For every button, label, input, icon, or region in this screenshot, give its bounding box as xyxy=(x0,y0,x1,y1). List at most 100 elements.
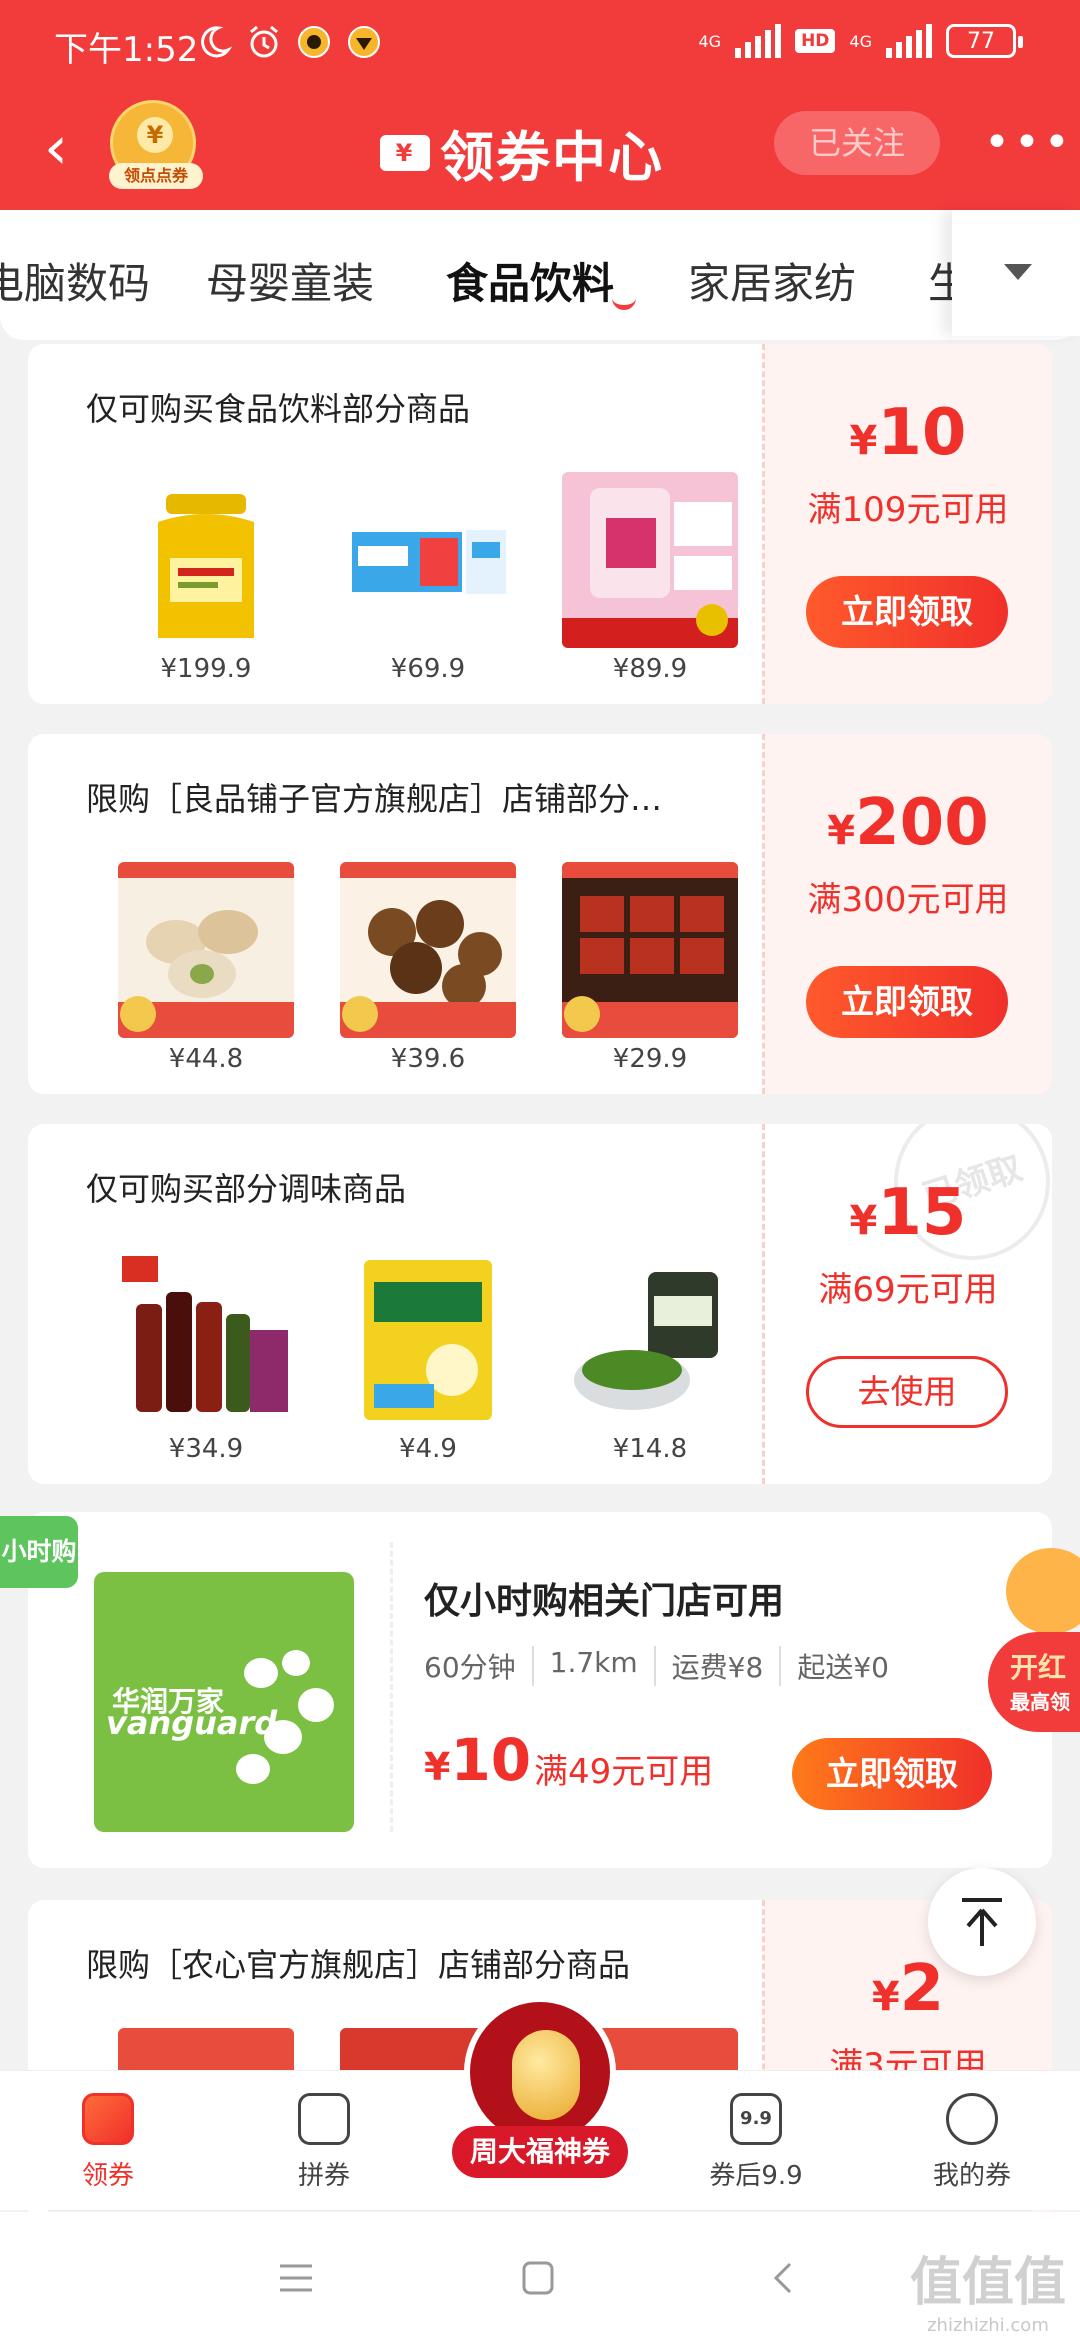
tab-home-textiles[interactable]: 家居家纺 xyxy=(688,250,856,311)
coupon-tab-icon xyxy=(82,2093,134,2145)
category-tabs: 电脑数码 母婴童装 食品饮料 家居家纺 生 xyxy=(0,210,1080,340)
coupon-condition: 满49元可用 xyxy=(534,1752,714,1792)
chow-tai-fook-label[interactable]: 周大福神券 xyxy=(452,2126,628,2178)
hour-coupon-title: 仅小时购相关门店可用 xyxy=(424,1581,785,1622)
oil-bottle-icon xyxy=(158,494,254,638)
tabs-expand-button[interactable] xyxy=(952,210,1080,336)
currency-symbol: ¥ xyxy=(827,808,856,854)
coupon-divider xyxy=(390,1542,393,1832)
product-image-jerky[interactable] xyxy=(562,862,738,1042)
battery-icon: 77 xyxy=(946,24,1023,58)
coupon-value: 15 xyxy=(877,1176,967,1250)
yuan-coin-icon: ¥ xyxy=(137,117,173,153)
min-order: 起送¥0 xyxy=(779,1646,905,1686)
currency-symbol: ¥ xyxy=(871,1974,900,2020)
vanguard-logo: 华润万家 vanguard xyxy=(94,1572,354,1832)
coupon-value: 10 xyxy=(877,396,967,470)
coupon-condition: 满69元可用 xyxy=(818,1270,998,1310)
product-image-seasoning[interactable] xyxy=(340,1252,516,1432)
back-to-top-button[interactable] xyxy=(928,1868,1036,1976)
smile-icon xyxy=(946,2093,998,2145)
coin-badge-label: 领点点券 xyxy=(109,163,203,189)
coupon-title: 仅可购买食品饮料部分商品 xyxy=(86,390,471,428)
page-title: ¥ 领券中心 xyxy=(380,113,664,192)
coupon-value: 10 xyxy=(450,1726,532,1794)
product-image-sauce[interactable] xyxy=(118,1252,294,1432)
logo-dot xyxy=(282,1650,310,1676)
network-label-1: 4G xyxy=(698,31,722,51)
tiger-mascot-icon xyxy=(1006,1548,1080,1634)
product-price: ¥39.6 xyxy=(390,1044,466,1074)
tab-food-drinks[interactable]: 食品饮料 xyxy=(446,250,614,311)
product-image-chili[interactable] xyxy=(562,1252,738,1432)
coupon-condition: 满109元可用 xyxy=(807,490,1009,530)
top-header: 下午1:52 4G HD 4G 77 ‹ ¥ 领点点券 ¥ 领券中心 已关注 •… xyxy=(0,0,1080,210)
signal-icon-2 xyxy=(886,24,932,58)
tab-label: 拼券 xyxy=(297,2161,350,2191)
delivery-fee: 运费¥8 xyxy=(653,1646,780,1686)
distance: 1.7km xyxy=(531,1646,654,1686)
logo-dot xyxy=(244,1658,278,1688)
product-image-oil[interactable] xyxy=(118,472,294,652)
status-icons xyxy=(196,24,382,60)
product-price: ¥14.8 xyxy=(612,1434,688,1464)
product-image-macadamia[interactable] xyxy=(340,862,516,1042)
claim-button[interactable]: 立即领取 xyxy=(792,1738,992,1810)
hour-purchase-badge: 小时购 xyxy=(0,1516,78,1588)
coupon-amount: ¥10 xyxy=(424,1726,531,1794)
logo-dot xyxy=(236,1754,270,1784)
promo-line2: 最高领 xyxy=(1010,1690,1070,1714)
red-packet-promo[interactable]: 开红 最高领 xyxy=(988,1548,1080,1738)
coupon-condition: 满300元可用 xyxy=(807,880,1009,920)
tab-my-coupons[interactable]: 我的券 xyxy=(902,2093,1042,2192)
back-icon[interactable] xyxy=(764,2260,804,2296)
coupon-amount: ¥200 xyxy=(764,786,1052,860)
delivery-time: 60分钟 xyxy=(424,1651,516,1684)
currency-symbol: ¥ xyxy=(849,1198,878,1244)
back-arrow-icon[interactable]: ‹ xyxy=(44,113,94,183)
tab-baby[interactable]: 母婴童装 xyxy=(206,250,374,311)
follow-button[interactable]: 已关注 xyxy=(774,111,940,175)
rice-bag-icon xyxy=(562,472,738,648)
network-label-2: 4G xyxy=(849,31,872,51)
watermark-url: zhizhizhi.com xyxy=(927,2315,1049,2336)
page-title-text: 领券中心 xyxy=(440,126,664,189)
tab-group-coupons[interactable]: 拼券 xyxy=(254,2093,394,2192)
coupon-ticket-icon: ¥ xyxy=(380,134,430,171)
tab-after-coupon[interactable]: 9.9 券后9.9 xyxy=(686,2093,826,2192)
battery-level: 77 xyxy=(967,28,995,54)
claim-button[interactable]: 立即领取 xyxy=(806,966,1008,1038)
product-image-milk[interactable] xyxy=(340,472,516,652)
product-price: ¥34.9 xyxy=(168,1434,244,1464)
product-price: ¥69.9 xyxy=(390,654,466,684)
coupon-card-food: 仅可购买食品饮料部分商品 ¥199.9 ¥69.9 ¥89.9 ¥10 满109… xyxy=(28,344,1052,704)
claim-button[interactable]: 立即领取 xyxy=(806,576,1008,648)
use-button[interactable]: 去使用 xyxy=(806,1356,1008,1428)
hd-badge: HD xyxy=(795,29,836,53)
tab-label: 我的券 xyxy=(932,2161,1011,2191)
tab-label: 领券 xyxy=(81,2161,134,2191)
menu-icon[interactable] xyxy=(276,2260,316,2296)
app-notification-icon xyxy=(298,26,330,58)
tab-label: 券后9.9 xyxy=(709,2161,803,2191)
tab-claim-coupons[interactable]: 领券 xyxy=(38,2093,178,2192)
watermark: 值值值 zhizhizhi.com xyxy=(910,2240,1066,2336)
milk-box-icon xyxy=(352,530,506,594)
product-image-rice[interactable] xyxy=(562,472,738,652)
tab-electronics[interactable]: 电脑数码 xyxy=(0,250,150,311)
product-price: ¥29.9 xyxy=(612,1044,688,1074)
product-price: ¥199.9 xyxy=(160,654,252,684)
home-icon[interactable] xyxy=(518,2260,558,2296)
logo-text-en: vanguard xyxy=(106,1704,278,1742)
chevron-down-icon xyxy=(1004,264,1032,280)
coupon-card-liangpin: 限购［良品铺子官方旗舰店］店铺部分… ¥44.8 ¥39.6 ¥29.9 ¥20… xyxy=(28,734,1052,1094)
watermark-text: 值值值 xyxy=(909,2253,1066,2313)
price-tag-icon: 9.9 xyxy=(730,2093,782,2145)
status-time: 下午1:52 xyxy=(54,30,199,70)
product-image-pistachio[interactable] xyxy=(118,862,294,1042)
product-price: ¥89.9 xyxy=(612,654,688,684)
coin-badge[interactable]: ¥ 领点点券 xyxy=(109,100,203,189)
hour-coupon-card: 华润万家 vanguard 仅小时购相关门店可用 60分钟 1.7km 运费¥8… xyxy=(28,1512,1052,1868)
seasoning-bag-icon xyxy=(340,1252,516,1428)
more-menu-icon[interactable]: ••• xyxy=(984,117,1074,168)
